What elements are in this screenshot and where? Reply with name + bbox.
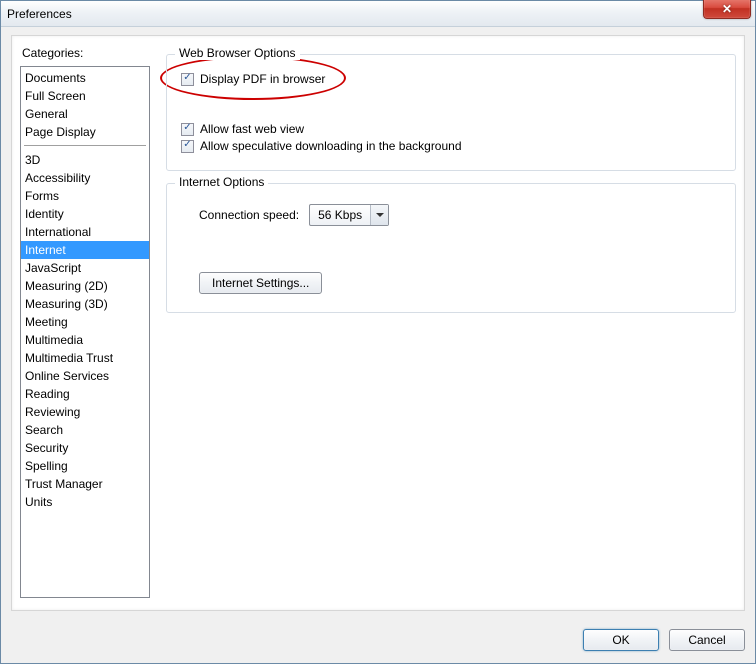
window-title: Preferences <box>7 7 72 21</box>
category-item-international[interactable]: International <box>21 223 149 241</box>
checkbox-icon: ✓ <box>181 140 194 153</box>
close-icon: ✕ <box>722 3 732 15</box>
category-item-measuring-3d-[interactable]: Measuring (3D) <box>21 295 149 313</box>
category-item-identity[interactable]: Identity <box>21 205 149 223</box>
category-item-reading[interactable]: Reading <box>21 385 149 403</box>
category-item-search[interactable]: Search <box>21 421 149 439</box>
category-item-forms[interactable]: Forms <box>21 187 149 205</box>
category-item-multimedia[interactable]: Multimedia <box>21 331 149 349</box>
category-item-general[interactable]: General <box>21 105 149 123</box>
preferences-window: Preferences ✕ Categories: DocumentsFull … <box>0 0 756 664</box>
ok-button[interactable]: OK <box>583 629 659 651</box>
category-item-javascript[interactable]: JavaScript <box>21 259 149 277</box>
category-item-measuring-2d-[interactable]: Measuring (2D) <box>21 277 149 295</box>
category-item-trust-manager[interactable]: Trust Manager <box>21 475 149 493</box>
category-item-documents[interactable]: Documents <box>21 69 149 87</box>
web-browser-options-group: Web Browser Options ✓ Display PDF in bro… <box>166 54 736 171</box>
connection-speed-value: 56 Kbps <box>310 208 370 222</box>
display-pdf-label: Display PDF in browser <box>200 72 325 86</box>
category-item-online-services[interactable]: Online Services <box>21 367 149 385</box>
display-pdf-checkbox-row[interactable]: ✓ Display PDF in browser <box>181 72 721 86</box>
checkbox-icon: ✓ <box>181 73 194 86</box>
internet-settings-button[interactable]: Internet Settings... <box>199 272 322 294</box>
category-item-internet[interactable]: Internet <box>21 241 149 259</box>
category-item-full-screen[interactable]: Full Screen <box>21 87 149 105</box>
category-item-meeting[interactable]: Meeting <box>21 313 149 331</box>
category-item-page-display[interactable]: Page Display <box>21 123 149 141</box>
titlebar: Preferences ✕ <box>1 1 755 27</box>
category-separator <box>24 145 146 146</box>
category-item-units[interactable]: Units <box>21 493 149 511</box>
category-item-3d[interactable]: 3D <box>21 151 149 169</box>
chevron-down-icon <box>376 213 384 217</box>
content-panel: Categories: DocumentsFull ScreenGeneralP… <box>11 35 745 611</box>
connection-speed-row: Connection speed: 56 Kbps <box>181 198 721 236</box>
checkbox-icon: ✓ <box>181 123 194 136</box>
category-item-multimedia-trust[interactable]: Multimedia Trust <box>21 349 149 367</box>
fast-web-view-label: Allow fast web view <box>200 122 304 136</box>
categories-label: Categories: <box>22 46 83 60</box>
category-item-reviewing[interactable]: Reviewing <box>21 403 149 421</box>
category-item-accessibility[interactable]: Accessibility <box>21 169 149 187</box>
connection-speed-select[interactable]: 56 Kbps <box>309 204 389 226</box>
category-item-spelling[interactable]: Spelling <box>21 457 149 475</box>
group-title-internet: Internet Options <box>175 175 268 189</box>
cancel-button[interactable]: Cancel <box>669 629 745 651</box>
footer: OK Cancel <box>11 629 745 651</box>
internet-options-group: Internet Options Connection speed: 56 Kb… <box>166 183 736 313</box>
right-pane: Web Browser Options ✓ Display PDF in bro… <box>166 44 736 602</box>
dropdown-button[interactable] <box>370 205 388 225</box>
category-item-security[interactable]: Security <box>21 439 149 457</box>
connection-speed-label: Connection speed: <box>199 208 299 222</box>
speculative-download-label: Allow speculative downloading in the bac… <box>200 139 462 153</box>
categories-list[interactable]: DocumentsFull ScreenGeneralPage Display 3… <box>20 66 150 598</box>
group-title-web: Web Browser Options <box>175 46 300 60</box>
close-button[interactable]: ✕ <box>703 0 751 19</box>
speculative-download-checkbox-row[interactable]: ✓ Allow speculative downloading in the b… <box>181 139 721 153</box>
fast-web-view-checkbox-row[interactable]: ✓ Allow fast web view <box>181 122 721 136</box>
